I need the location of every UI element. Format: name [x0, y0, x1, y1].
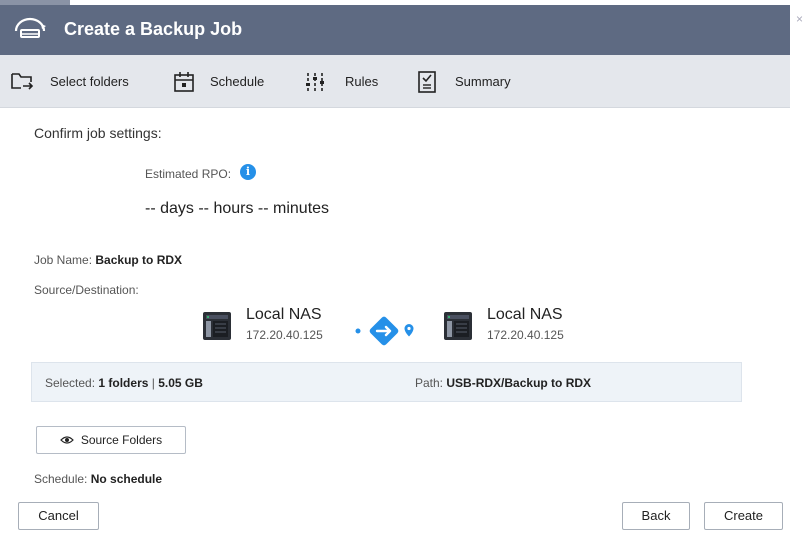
job-name-value: Backup to RDX — [95, 253, 183, 267]
selected-label: Selected: — [45, 376, 96, 390]
job-name-label: Job Name: — [34, 253, 93, 267]
source-nas-ip: 172.20.40.125 — [246, 328, 323, 342]
path-value: USB-RDX/Backup to RDX — [446, 376, 592, 390]
selection-summary-bar: Selected: 1 folders | 5.05 GB Path: USB-… — [31, 362, 742, 402]
title-tab-edge — [0, 0, 70, 5]
checklist-icon — [418, 70, 436, 93]
wizard-steps: Select folders Schedule Rules Summary — [0, 55, 790, 108]
calendar-icon — [174, 71, 194, 92]
rpo-value: -- days -- hours -- minutes — [145, 200, 330, 217]
schedule-label: Schedule: — [34, 472, 88, 483]
cancel-button[interactable]: Cancel — [18, 502, 99, 530]
folder-arrow-icon — [11, 72, 34, 90]
backup-direction-icon — [355, 316, 414, 346]
selected-info: Selected: 1 folders | 5.05 GB — [45, 376, 203, 390]
backup-app-icon — [14, 17, 46, 38]
source-destination-label: Source/Destination: — [34, 283, 139, 297]
title-bar: Create a Backup Job — [0, 0, 790, 55]
selected-folders: 1 folders — [98, 376, 149, 390]
path-info: Path: USB-RDX/Backup to RDX — [415, 376, 591, 390]
eye-icon — [59, 436, 74, 444]
rpo-label: Estimated RPO: — [145, 167, 232, 181]
step-select-folders[interactable]: Select folders — [10, 55, 129, 108]
dialog-footer: Cancel Back Create — [0, 483, 790, 541]
schedule-row: Schedule: No schedule — [34, 472, 162, 483]
step-summary[interactable]: Summary — [415, 55, 511, 108]
destination-nas-ip: 172.20.40.125 — [487, 328, 564, 342]
summary-content[interactable]: Confirm job settings: Estimated RPO: i -… — [0, 108, 790, 483]
source-nas-name: Local NAS — [246, 306, 322, 323]
selected-size: 5.05 GB — [158, 376, 203, 390]
source-folders-button[interactable]: Source Folders — [36, 426, 186, 454]
create-button[interactable]: Create — [704, 502, 783, 530]
destination-nas-name: Local NAS — [487, 306, 563, 323]
confirm-heading: Confirm job settings: — [34, 125, 162, 141]
sliders-icon — [306, 72, 324, 91]
back-button[interactable]: Back — [622, 502, 690, 530]
nas-device-icon — [203, 312, 231, 340]
step-schedule[interactable]: Schedule — [172, 55, 264, 108]
step-rules[interactable]: Rules — [303, 55, 378, 108]
job-name-row: Job Name: Backup to RDX — [34, 253, 182, 267]
nas-device-icon — [444, 312, 472, 340]
step-label: Schedule — [210, 74, 265, 89]
source-folders-label: Source Folders — [80, 433, 163, 447]
schedule-value: No schedule — [90, 472, 163, 483]
close-icon[interactable]: × — [796, 12, 803, 26]
step-label: Select folders — [50, 74, 129, 89]
separator: | — [151, 376, 155, 390]
info-icon[interactable]: i — [240, 164, 256, 180]
path-label: Path: — [415, 376, 444, 390]
step-label: Rules — [345, 74, 379, 89]
step-label: Summary — [455, 74, 511, 89]
window-title: Create a Backup Job — [64, 19, 243, 39]
